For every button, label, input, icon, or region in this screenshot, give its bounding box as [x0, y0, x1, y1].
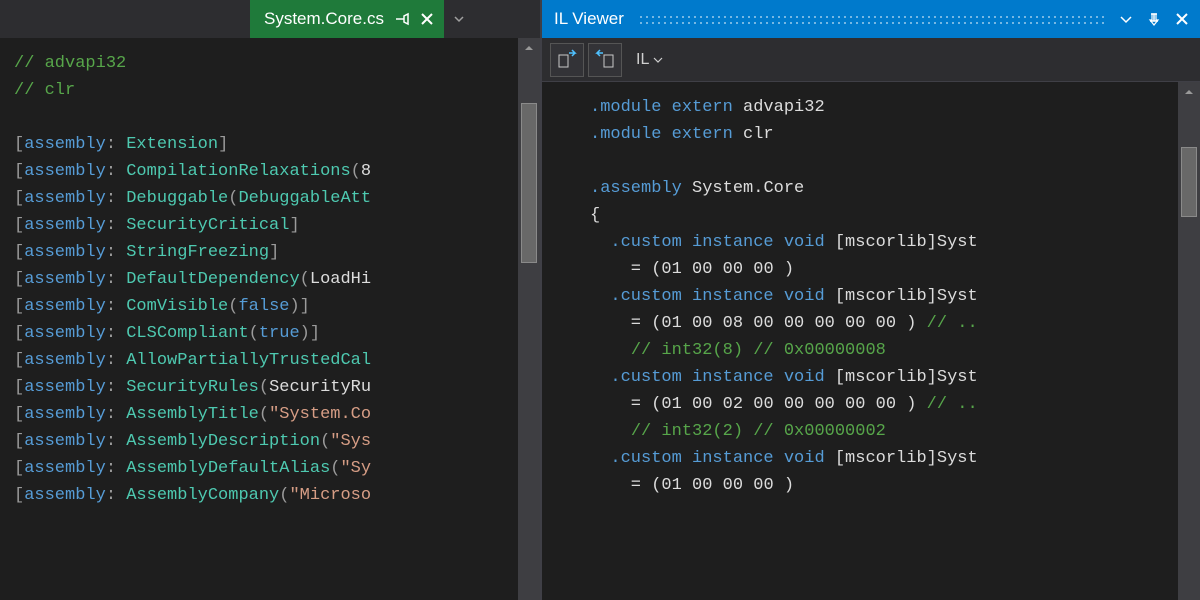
window-position-dropdown-icon[interactable]	[1116, 12, 1136, 26]
code-line: // advapi32	[14, 50, 514, 77]
code-line: .custom instance void [mscorlib]Syst	[590, 283, 1174, 310]
code-line: // int32(8) // 0x00000008	[590, 337, 1174, 364]
panel-title: IL Viewer	[554, 9, 624, 29]
code-line: [assembly: AllowPartiallyTrustedCal	[14, 347, 514, 374]
il-mode-label: IL	[636, 51, 649, 69]
code-line: [assembly: SecurityRules(SecurityRu	[14, 374, 514, 401]
il-viewer-titlebar[interactable]: IL Viewer	[542, 0, 1200, 38]
code-line: .custom instance void [mscorlib]Syst	[590, 445, 1174, 472]
code-line: [assembly: StringFreezing]	[14, 239, 514, 266]
code-line: .assembly System.Core	[590, 175, 1174, 202]
editor-code[interactable]: // advapi32// clr [assembly: Extension][…	[0, 38, 518, 600]
code-line: .custom instance void [mscorlib]Syst	[590, 229, 1174, 256]
code-line: // int32(2) // 0x00000002	[590, 418, 1174, 445]
code-line: [assembly: ComVisible(false)]	[14, 293, 514, 320]
titlebar-grip[interactable]	[638, 14, 1108, 24]
editor-pane: System.Core.cs // advapi32// clr [assemb…	[0, 0, 540, 600]
tab-bar: System.Core.cs	[0, 0, 540, 38]
code-line	[590, 148, 1174, 175]
pin-icon[interactable]	[394, 11, 410, 27]
il-viewer-pane: IL Viewer IL .module extern advapi32.mod…	[540, 0, 1200, 600]
scroll-up-icon[interactable]	[518, 38, 540, 58]
code-line: .custom instance void [mscorlib]Syst	[590, 364, 1174, 391]
close-icon[interactable]	[420, 12, 434, 26]
code-line: [assembly: SecurityCritical]	[14, 212, 514, 239]
scroll-thumb[interactable]	[521, 103, 537, 263]
il-code-area: .module extern advapi32.module extern cl…	[542, 82, 1200, 600]
tab-title: System.Core.cs	[264, 9, 384, 29]
sync-from-editor-button[interactable]	[550, 43, 584, 77]
editor-scrollbar[interactable]	[518, 38, 540, 600]
code-line: [assembly: AssemblyCompany("Microso	[14, 482, 514, 509]
code-line: .module extern advapi32	[590, 94, 1174, 121]
il-scrollbar[interactable]	[1178, 82, 1200, 600]
code-line: .module extern clr	[590, 121, 1174, 148]
editor-code-area: // advapi32// clr [assembly: Extension][…	[0, 38, 540, 600]
autohide-pin-icon[interactable]	[1144, 12, 1164, 26]
code-line: // clr	[14, 77, 514, 104]
scroll-up-icon[interactable]	[1178, 82, 1200, 102]
code-line: [assembly: AssemblyDefaultAlias("Sy	[14, 455, 514, 482]
code-line: [assembly: CLSCompliant(true)]	[14, 320, 514, 347]
code-line: = (01 00 00 00 )	[590, 472, 1174, 499]
il-code[interactable]: .module extern advapi32.module extern cl…	[542, 82, 1178, 600]
code-line: = (01 00 08 00 00 00 00 00 ) // ..	[590, 310, 1174, 337]
code-line: [assembly: AssemblyTitle("System.Co	[14, 401, 514, 428]
code-line	[14, 104, 514, 131]
il-mode-dropdown[interactable]: IL	[626, 51, 669, 69]
code-line: [assembly: AssemblyDescription("Sys	[14, 428, 514, 455]
il-viewer-toolbar: IL	[542, 38, 1200, 82]
close-panel-icon[interactable]	[1172, 12, 1192, 26]
code-line: {	[590, 202, 1174, 229]
file-tab[interactable]: System.Core.cs	[250, 0, 444, 38]
code-line: [assembly: Debuggable(DebuggableAtt	[14, 185, 514, 212]
code-line: [assembly: CompilationRelaxations(8	[14, 158, 514, 185]
code-line: [assembly: DefaultDependency(LoadHi	[14, 266, 514, 293]
sync-to-editor-button[interactable]	[588, 43, 622, 77]
code-line: [assembly: Extension]	[14, 131, 514, 158]
code-line: = (01 00 02 00 00 00 00 00 ) // ..	[590, 391, 1174, 418]
tab-overflow-dropdown[interactable]	[444, 0, 474, 38]
code-line: = (01 00 00 00 )	[590, 256, 1174, 283]
scroll-thumb[interactable]	[1181, 147, 1197, 217]
